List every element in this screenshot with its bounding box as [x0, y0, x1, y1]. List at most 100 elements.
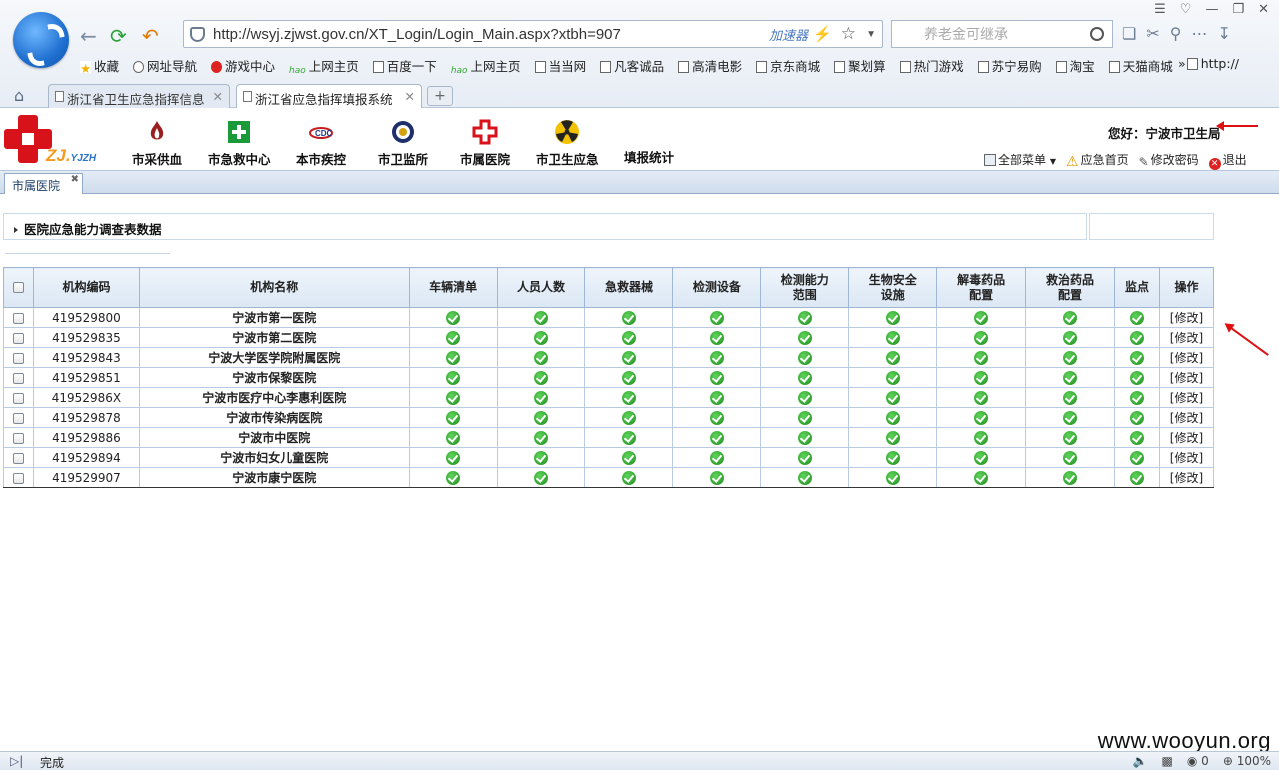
column-header[interactable]: 急救器械 — [584, 267, 674, 308]
status-cell[interactable] — [1114, 387, 1160, 408]
row-checkbox[interactable] — [12, 472, 24, 484]
edit-link[interactable]: [修改] — [1158, 327, 1215, 348]
home-icon[interactable]: ⌂ — [14, 86, 34, 105]
ad-block-count[interactable]: ◉ 0 — [1187, 754, 1209, 768]
status-cell[interactable] — [1114, 327, 1160, 348]
status-cell[interactable] — [496, 367, 586, 388]
bookmark-item[interactable]: 聚划算 — [834, 56, 886, 78]
bookmark-item[interactable]: 高清电影 — [678, 56, 742, 78]
status-cell[interactable] — [408, 427, 498, 448]
column-header[interactable]: 人员人数 — [496, 267, 586, 308]
bookmark-item[interactable]: ★ 收藏 — [80, 56, 119, 78]
status-cell[interactable] — [760, 407, 850, 428]
status-cell[interactable] — [936, 387, 1027, 408]
lightning-icon[interactable]: ⚡ — [813, 25, 832, 43]
status-cell[interactable] — [408, 387, 498, 408]
search-input[interactable]: 养老金可继承 — [891, 20, 1113, 48]
module-cdc[interactable]: CDC 本市疾控 — [296, 119, 346, 168]
status-cell[interactable] — [672, 347, 762, 368]
status-cell[interactable] — [848, 427, 938, 448]
bookmark-item[interactable]: 苏宁易购 — [977, 56, 1042, 78]
status-cell[interactable] — [584, 327, 674, 348]
row-checkbox[interactable] — [12, 372, 24, 384]
status-cell[interactable] — [760, 327, 850, 348]
chevron-down-icon[interactable]: ▼ — [866, 29, 876, 40]
column-header[interactable]: 生物安全 设施 — [848, 267, 938, 308]
bookmark-item[interactable]: 百度一下 — [372, 56, 437, 78]
column-header[interactable]: 机构名称 — [138, 267, 410, 308]
volume-icon[interactable]: 🔈 — [1133, 754, 1148, 768]
status-cell[interactable] — [496, 347, 586, 368]
status-cell[interactable] — [584, 407, 674, 428]
accelerator-label[interactable]: 加速器 — [769, 25, 808, 44]
status-cell[interactable] — [1025, 307, 1116, 328]
status-cell[interactable] — [584, 467, 674, 488]
column-header[interactable]: 检测设备 — [672, 267, 762, 308]
status-cell[interactable] — [1114, 407, 1160, 428]
status-cell[interactable] — [584, 347, 674, 368]
module-report-stats[interactable]: 填报统计 — [624, 147, 674, 166]
row-checkbox[interactable] — [12, 412, 24, 424]
scissors-icon[interactable]: ✂ — [1146, 24, 1159, 43]
status-cell[interactable] — [496, 327, 586, 348]
edit-link[interactable]: [修改] — [1158, 387, 1215, 408]
status-cell[interactable] — [1114, 367, 1160, 388]
status-cell[interactable] — [936, 367, 1027, 388]
edit-link[interactable]: [修改] — [1158, 367, 1215, 388]
sidebar-toggle-icon[interactable]: ▷| — [10, 754, 23, 768]
bookmark-item[interactable]: 京东商城 — [756, 56, 820, 78]
row-checkbox[interactable] — [12, 312, 24, 324]
status-cell[interactable] — [408, 327, 498, 348]
status-cell[interactable] — [408, 467, 498, 488]
bookmarks-more-icon[interactable]: » — [1178, 56, 1186, 71]
status-cell[interactable] — [936, 427, 1027, 448]
status-cell[interactable] — [496, 307, 586, 328]
download-icon[interactable]: ↧ — [1217, 24, 1230, 43]
status-cell[interactable] — [672, 427, 762, 448]
column-header[interactable]: 检测能力 范围 — [760, 267, 850, 308]
status-cell[interactable] — [760, 367, 850, 388]
undo-icon[interactable]: ↶ — [142, 24, 159, 48]
edit-link[interactable]: [修改] — [1158, 407, 1215, 428]
status-cell[interactable] — [408, 447, 498, 468]
edit-link[interactable]: [修改] — [1158, 307, 1215, 328]
status-cell[interactable] — [1025, 387, 1116, 408]
module-city-hospitals[interactable]: 市属医院 — [460, 119, 510, 168]
emergency-home-link[interactable]: ⚠ 应急首页 — [1066, 151, 1129, 170]
status-cell[interactable] — [848, 347, 938, 368]
status-cell[interactable] — [936, 407, 1027, 428]
status-cell[interactable] — [848, 327, 938, 348]
status-cell[interactable] — [672, 367, 762, 388]
status-cell[interactable] — [1025, 407, 1116, 428]
status-cell[interactable] — [1025, 367, 1116, 388]
status-cell[interactable] — [760, 427, 850, 448]
status-cell[interactable] — [584, 447, 674, 468]
status-cell[interactable] — [408, 347, 498, 368]
close-icon[interactable]: ✕ — [1258, 2, 1269, 17]
status-cell[interactable] — [760, 447, 850, 468]
status-cell[interactable] — [848, 307, 938, 328]
bookmark-item[interactable]: hao 上网主页 — [289, 56, 359, 78]
bookmark-item[interactable]: hao 上网主页 — [451, 56, 521, 78]
status-cell[interactable] — [936, 347, 1027, 368]
row-checkbox[interactable] — [12, 432, 24, 444]
status-cell[interactable] — [584, 427, 674, 448]
status-cell[interactable] — [1114, 427, 1160, 448]
status-cell[interactable] — [760, 387, 850, 408]
row-checkbox[interactable] — [12, 352, 24, 364]
module-blood[interactable]: 市采供血 — [132, 119, 182, 168]
zoom-level[interactable]: ⊕ 100% — [1223, 754, 1271, 768]
status-cell[interactable] — [1025, 447, 1116, 468]
status-cell[interactable] — [848, 407, 938, 428]
status-cell[interactable] — [1114, 467, 1160, 488]
extension-icon[interactable]: ❏ — [1122, 24, 1136, 43]
select-all-checkbox[interactable] — [12, 282, 24, 293]
module-emergency-center[interactable]: 市急救中心 — [208, 119, 271, 168]
column-header[interactable]: 监点 — [1114, 267, 1160, 308]
edit-link[interactable]: [修改] — [1158, 447, 1215, 468]
logout-link[interactable]: ✕ 退出 — [1208, 151, 1247, 170]
back-arrow-icon[interactable]: ← — [80, 24, 97, 48]
status-cell[interactable] — [496, 467, 586, 488]
status-cell[interactable] — [672, 407, 762, 428]
status-cell[interactable] — [848, 367, 938, 388]
